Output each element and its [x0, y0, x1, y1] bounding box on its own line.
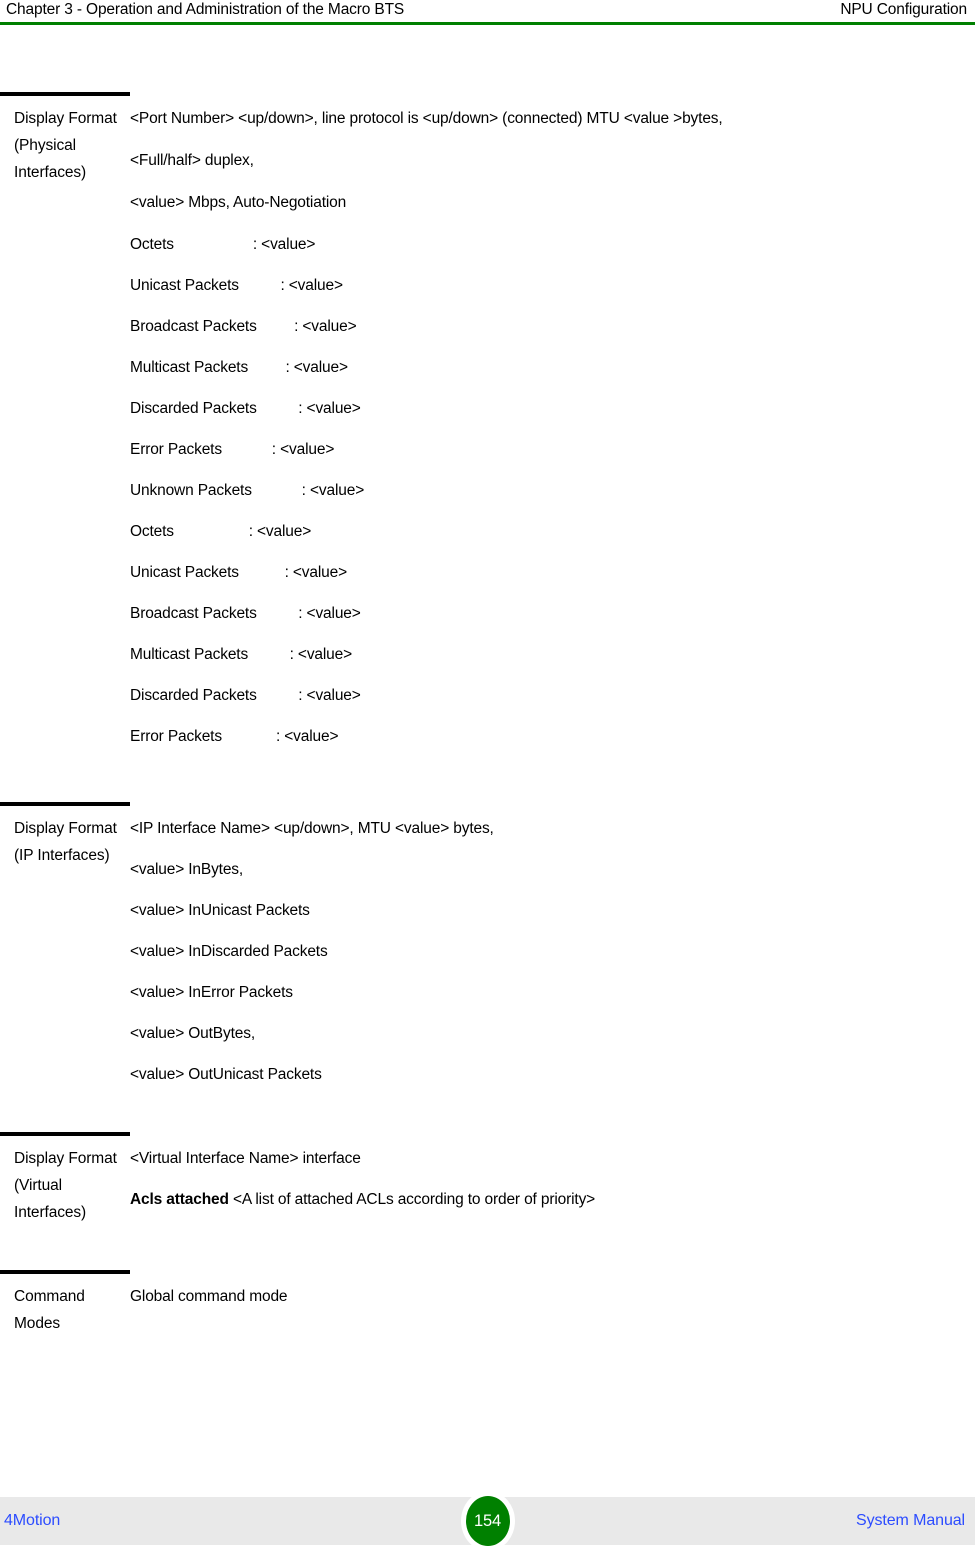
definition-line: <IP Interface Name> <up/down>, MTU <valu… — [130, 820, 494, 837]
header-section-title: NPU Configuration — [840, 1, 967, 18]
definition-line: <value> OutUnicast Packets — [130, 1066, 322, 1083]
row-term-label: Display Format (Physical Interfaces) — [14, 110, 117, 181]
row-term-cell: Display Format (IP Interfaces) — [0, 802, 130, 1098]
definition-line: Global command mode — [130, 1288, 288, 1305]
header-chapter-title: Chapter 3 - Operation and Administration… — [6, 1, 405, 18]
row-definition-cell: <IP Interface Name> <up/down>, MTU <valu… — [130, 804, 920, 1098]
row-term-label: Display Format (IP Interfaces) — [14, 820, 117, 864]
footer-product-name: 4Motion — [4, 1512, 61, 1529]
row-term-cell: Display Format (Physical Interfaces) — [0, 92, 130, 760]
table-row: Command Modes Global command mode — [0, 1270, 920, 1347]
definition-line: Broadcast Packets : <value> — [130, 605, 361, 622]
document-content: Display Format (Physical Interfaces) <Po… — [0, 92, 975, 1347]
definition-line: Octets : <value> — [130, 236, 316, 253]
table-row: Display Format (IP Interfaces) <IP Inter… — [0, 802, 920, 1098]
definition-line: Broadcast Packets : <value> — [130, 318, 357, 335]
row-term-cell: Display Format (Virtual Interfaces) — [0, 1132, 130, 1236]
definition-line: Unknown Packets : <value> — [130, 482, 365, 499]
definition-line: <Virtual Interface Name> interface — [130, 1150, 361, 1167]
page-footer: 4Motion System Manual 154 — [0, 1491, 975, 1551]
row-term-cell: Command Modes — [0, 1270, 130, 1347]
definition-line: <Port Number> <up/down>, line protocol i… — [130, 110, 723, 127]
definition-line: <value> InError Packets — [130, 984, 293, 1001]
footer-document-name: System Manual — [856, 1512, 965, 1529]
definition-line-acls: Acls attached <A list of attached ACLs a… — [130, 1191, 596, 1208]
page-number: 154 — [474, 1512, 501, 1530]
definition-line: Octets : <value> — [130, 523, 312, 540]
row-definition-cell: <Virtual Interface Name> interface Acls … — [130, 1134, 920, 1236]
definition-line: <value> Mbps, Auto-Negotiation — [130, 194, 347, 211]
table-row: Display Format (Physical Interfaces) <Po… — [0, 92, 920, 760]
table-row: Display Format (Virtual Interfaces) <Vir… — [0, 1132, 920, 1236]
row-definition-cell: <Port Number> <up/down>, line protocol i… — [130, 94, 920, 760]
definition-line: <value> InUnicast Packets — [130, 902, 310, 919]
header-divider-rule — [0, 22, 975, 25]
definition-line: Discarded Packets : <value> — [130, 687, 361, 704]
definition-line: Unicast Packets : <value> — [130, 277, 343, 294]
definition-line: <value> InDiscarded Packets — [130, 943, 328, 960]
acls-attached-label: Acls attached — [130, 1191, 229, 1208]
definition-line: Discarded Packets : <value> — [130, 400, 361, 417]
definition-line: Error Packets : <value> — [130, 728, 339, 745]
definition-line: Multicast Packets : <value> — [130, 359, 348, 376]
definition-line: <value> InBytes, — [130, 861, 244, 878]
row-spacer — [0, 760, 920, 804]
page-number-badge: 154 — [460, 1491, 515, 1551]
definition-line: <value> OutBytes, — [130, 1025, 255, 1042]
row-spacer — [0, 1236, 920, 1272]
row-spacer — [0, 1098, 920, 1134]
row-definition-cell: Global command mode — [130, 1272, 920, 1347]
definition-line: Multicast Packets : <value> — [130, 646, 353, 663]
row-term-label: Command Modes — [14, 1288, 85, 1332]
definition-line: <Full/half> duplex, — [130, 152, 254, 169]
command-spec-table: Display Format (Physical Interfaces) <Po… — [0, 92, 920, 1347]
definition-line: Error Packets : <value> — [130, 441, 335, 458]
definition-line: Unicast Packets : <value> — [130, 564, 348, 581]
row-term-label: Display Format (Virtual Interfaces) — [14, 1150, 117, 1221]
